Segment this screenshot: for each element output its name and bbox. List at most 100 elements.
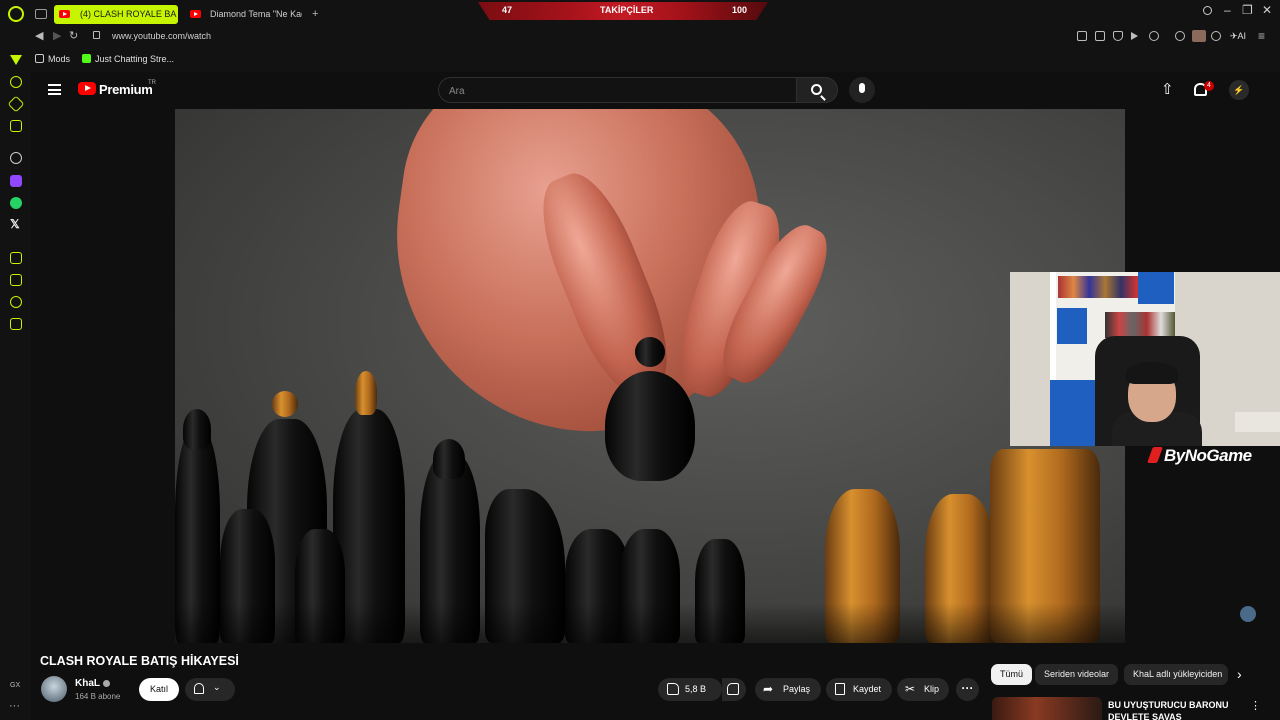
- whatsapp-icon[interactable]: [10, 197, 22, 209]
- channel-name[interactable]: KhaL: [75, 678, 100, 689]
- share-arrow-icon: ➦: [763, 682, 774, 696]
- menu-icon[interactable]: [48, 84, 61, 95]
- gx-store-icon[interactable]: [10, 296, 22, 308]
- tab-diamond-tema[interactable]: Diamond Tema "Ne Kadar: [184, 5, 302, 24]
- kick-icon: [82, 54, 91, 63]
- books-image: [1105, 312, 1175, 338]
- held-pawn: [605, 371, 695, 481]
- scissors-icon: ✂: [905, 682, 916, 696]
- vpn-icon[interactable]: [1211, 31, 1221, 41]
- follower-current: 47: [502, 5, 513, 15]
- minimize-button[interactable]: –: [1224, 3, 1231, 17]
- recommendation-thumbnail[interactable]: [992, 697, 1102, 720]
- search-button[interactable]: [796, 77, 838, 103]
- clip-label: Klip: [924, 684, 940, 694]
- x-twitter-icon[interactable]: 𝕏: [10, 217, 20, 231]
- recommendation-menu-icon[interactable]: ⋮: [1250, 699, 1261, 712]
- close-button[interactable]: ✕: [1262, 3, 1272, 17]
- chip-uploader[interactable]: KhaL adlı yükleyiciden: [1124, 664, 1228, 685]
- gx-sidebar: 𝕏 GX ···: [0, 46, 31, 720]
- chevron-right-icon[interactable]: ›: [1237, 666, 1242, 682]
- opera-gx-logo-icon[interactable]: [8, 6, 24, 22]
- clip-button[interactable]: ✂ Klip: [897, 678, 949, 701]
- video-title: CLASH ROYALE BATIŞ HİKAYESİ: [40, 654, 239, 668]
- save-button[interactable]: Kaydet: [826, 678, 892, 701]
- tab-title: Diamond Tema "Ne Kadar: [210, 9, 302, 19]
- like-button[interactable]: 5,8 B: [658, 678, 722, 701]
- back-arrow-icon[interactable]: ◀: [35, 29, 43, 42]
- tab-manager-icon[interactable]: [35, 9, 47, 19]
- share-button[interactable]: ➦ Paylaş: [755, 678, 821, 701]
- maximize-button[interactable]: ❐: [1242, 3, 1253, 17]
- reload-icon[interactable]: ↻: [69, 29, 78, 42]
- account-avatar[interactable]: ⚡: [1229, 80, 1249, 100]
- screenshot-icon[interactable]: [1095, 31, 1105, 41]
- microphone-icon: [859, 83, 865, 93]
- bookmark-mods[interactable]: Mods: [35, 54, 70, 64]
- search-tabs-icon[interactable]: [1203, 6, 1212, 15]
- sidebar-more-icon[interactable]: ···: [9, 700, 20, 712]
- youtube-logo-icon[interactable]: [78, 82, 96, 95]
- extension-icon[interactable]: [1175, 31, 1185, 41]
- subscription-notification-button[interactable]: ⌄: [185, 678, 235, 701]
- tab-clash-royale[interactable]: (4) CLASH ROYALE BA: [54, 5, 178, 24]
- chip-series[interactable]: Seriden videolar: [1035, 664, 1119, 685]
- address-bar: ◀ ▶ ↻ www.youtube.com/watch ✈AI ≡: [0, 28, 1280, 46]
- dislike-button[interactable]: [722, 678, 746, 701]
- chatgpt-icon[interactable]: [10, 152, 22, 164]
- youtube-brand[interactable]: Premium: [99, 82, 153, 97]
- pin-icon[interactable]: [1077, 31, 1087, 41]
- forward-arrow-icon[interactable]: ▶: [53, 29, 61, 42]
- ai-label: AI: [1237, 31, 1247, 41]
- channel-avatar[interactable]: [41, 676, 67, 702]
- blue-box-image: [1057, 308, 1087, 344]
- easy-setup-icon[interactable]: ≡: [1258, 29, 1265, 43]
- king-finial: [272, 391, 298, 417]
- more-actions-button[interactable]: ···: [956, 678, 979, 701]
- new-tab-button[interactable]: +: [312, 7, 318, 21]
- twitch-icon[interactable]: [10, 175, 22, 187]
- shield-icon[interactable]: [1113, 31, 1123, 41]
- subscriber-count: 164 B abone: [75, 692, 121, 701]
- dark-bishop-head: [183, 409, 211, 449]
- channel-watermark: ByNoGame: [1147, 446, 1252, 466]
- search-input[interactable]: [449, 84, 779, 98]
- join-button[interactable]: Katıl: [139, 678, 179, 701]
- create-upload-icon[interactable]: ⇧: [1161, 82, 1174, 97]
- youtube-header: Premium TR ⇧ 4 ⚡: [31, 72, 1280, 109]
- profile-avatar-icon[interactable]: [1192, 30, 1206, 42]
- video-shadow: [175, 603, 1125, 643]
- gx-hex-icon[interactable]: [10, 120, 22, 132]
- heart-icon[interactable]: [1149, 31, 1159, 41]
- verified-check-icon: [103, 680, 110, 687]
- blue-box-image: [1138, 272, 1174, 304]
- streamer-hair-image: [1126, 362, 1178, 384]
- follower-label: TAKİPÇİLER: [600, 5, 654, 15]
- like-count: 5,8 B: [685, 684, 707, 694]
- notification-count-badge: 4: [1204, 81, 1214, 91]
- chip-all[interactable]: Tümü: [991, 664, 1033, 685]
- gx-control-icon[interactable]: [10, 55, 22, 67]
- bookmark-label: Mods: [48, 54, 71, 64]
- gx-settings-icon[interactable]: [10, 318, 22, 330]
- voice-search-button[interactable]: [849, 77, 875, 103]
- floating-helper-icon[interactable]: [1240, 606, 1256, 622]
- search-icon: [811, 84, 822, 95]
- gx-cards-icon[interactable]: [10, 274, 22, 286]
- gx-corner-icon[interactable]: [10, 76, 22, 88]
- share-label: Paylaş: [783, 684, 811, 694]
- aria-ai-button[interactable]: ✈AI: [1230, 31, 1246, 42]
- save-label: Kaydet: [853, 684, 882, 694]
- youtube-favicon-icon: [59, 10, 70, 18]
- video-player[interactable]: [175, 109, 1125, 643]
- bookmark-label: Just Chatting Stre...: [95, 54, 175, 64]
- gx-cube-icon[interactable]: [10, 252, 22, 264]
- player-icon[interactable]: [1131, 31, 1141, 41]
- lock-icon[interactable]: [93, 31, 100, 39]
- watermark-text: ByNoGame: [1164, 446, 1252, 465]
- recommendation-title[interactable]: BU UYUŞTURUCU BARONU DEVLETE SAVAŞ AÇTI.…: [1108, 699, 1233, 720]
- url-field[interactable]: www.youtube.com/watch: [112, 31, 211, 41]
- bookmark-just-chatting[interactable]: Just Chatting Stre...: [82, 54, 174, 64]
- queen-finial: [355, 371, 377, 415]
- gx-diamond-icon[interactable]: [7, 95, 25, 113]
